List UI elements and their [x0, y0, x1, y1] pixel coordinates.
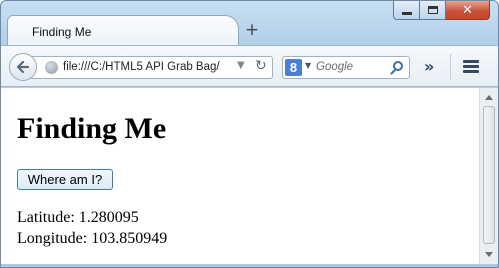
browser-window: Finding Me + ✕ file:///C:/HTML5 API Grab… [0, 0, 499, 268]
maximize-icon [427, 6, 438, 14]
url-text[interactable]: file:///C:/HTML5 API Grab Bag/ [63, 61, 241, 73]
menu-icon[interactable] [463, 60, 479, 74]
minimize-button[interactable] [393, 1, 420, 20]
close-icon: ✕ [462, 2, 473, 18]
reload-icon[interactable]: ↻ [255, 58, 267, 74]
longitude-text: Longitude: 103.850949 [17, 230, 168, 247]
toolbar-divider [450, 54, 451, 80]
globe-icon [45, 61, 58, 74]
navigation-bar: file:///C:/HTML5 API Grab Bag/ ▼ ↻ 8 ▼ G… [1, 45, 498, 87]
search-bar[interactable]: 8 ▼ Google [282, 56, 410, 79]
search-icon[interactable] [393, 61, 403, 71]
back-button[interactable] [9, 53, 37, 81]
engine-dropdown-icon[interactable]: ▼ [305, 61, 311, 70]
vertical-scrollbar[interactable] [479, 88, 498, 264]
overflow-chevron-icon[interactable]: » [424, 57, 442, 77]
scroll-up-icon[interactable] [485, 95, 493, 100]
latitude-text: Latitude: 1.280095 [17, 209, 139, 226]
scrollbar-thumb[interactable] [483, 106, 495, 244]
url-bar[interactable]: file:///C:/HTML5 API Grab Bag/ ▼ ↻ [31, 56, 273, 79]
scroll-down-icon[interactable] [485, 252, 493, 257]
tab-title: Finding Me [32, 25, 92, 39]
minimize-icon [401, 11, 412, 15]
close-button[interactable]: ✕ [446, 1, 490, 20]
new-tab-button[interactable]: + [243, 21, 261, 39]
maximize-button[interactable] [420, 1, 446, 20]
page-content: Finding Me Where am I? Latitude: 1.28009… [1, 88, 479, 264]
window-controls: ✕ [393, 1, 490, 21]
page-title: Finding Me [17, 112, 167, 145]
tab-finding-me[interactable]: Finding Me [7, 15, 239, 45]
search-input[interactable]: Google [316, 61, 353, 73]
back-arrow-icon [16, 60, 30, 74]
dropdown-arrow-icon[interactable]: ▼ [237, 60, 245, 71]
google-logo-icon[interactable]: 8 [285, 59, 302, 76]
where-am-i-button[interactable]: Where am I? [17, 169, 113, 190]
